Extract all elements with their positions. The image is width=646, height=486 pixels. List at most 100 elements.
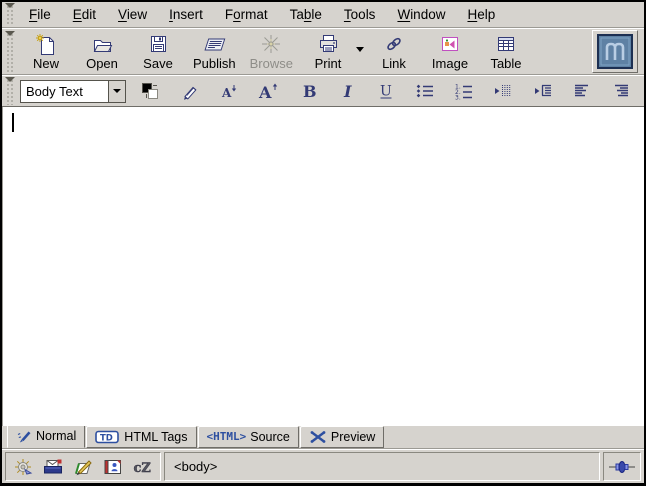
statusbar: cZ <body> [2, 449, 644, 483]
text-color-picker-button[interactable] [138, 79, 164, 103]
align-right-button[interactable] [608, 79, 634, 103]
image-button[interactable]: Image [422, 31, 478, 73]
preview-icon [309, 430, 327, 444]
menubar-grippy-icon[interactable] [5, 3, 15, 26]
text-caret [12, 113, 14, 132]
chatzilla-component[interactable]: cZ [132, 459, 154, 475]
bold-icon: B [299, 81, 317, 101]
menu-format[interactable]: Format [214, 4, 279, 25]
editor-canvas[interactable] [2, 107, 644, 426]
menu-insert[interactable]: Insert [158, 4, 214, 25]
paragraph-format-value: Body Text [21, 84, 108, 99]
toolbar-button-label: Browse [250, 56, 293, 71]
online-status-panel[interactable] [603, 452, 641, 481]
save-icon [146, 33, 170, 55]
navigator-component[interactable] [12, 458, 34, 476]
menu-tools[interactable]: Tools [333, 4, 387, 25]
tab-normal[interactable]: Normal [7, 424, 85, 448]
address-book-icon [102, 458, 124, 476]
menu-window[interactable]: Window [386, 4, 456, 25]
mail-component[interactable] [42, 458, 64, 476]
bullet-list-button[interactable] [412, 79, 438, 103]
bullet-list-icon [414, 82, 436, 100]
highlight-color-button[interactable] [177, 79, 203, 103]
font-larger-icon: A [257, 80, 279, 102]
increase-font-size-button[interactable]: A [255, 79, 281, 103]
address-book-component[interactable] [102, 458, 124, 476]
numbered-list-button[interactable]: 1.2.3. [451, 79, 477, 103]
component-bar: cZ [5, 452, 161, 481]
print-button[interactable]: Print [300, 31, 356, 73]
chevron-down-icon[interactable] [108, 81, 125, 102]
publish-icon [200, 33, 228, 55]
svg-text:TD: TD [100, 433, 113, 443]
html-tags-icon: TD [95, 430, 120, 444]
italic-icon: I [339, 81, 355, 101]
main-toolbar: NewOpen Save Publish Browse PrintLink Image Ta… [2, 28, 644, 75]
navigator-icon [12, 458, 34, 476]
toolbar-buttons: NewOpen Save Publish Browse PrintLink Image Ta… [18, 30, 534, 73]
browse-button: Browse [243, 31, 300, 73]
link-button[interactable]: Link [366, 31, 422, 73]
italic-button[interactable]: I [334, 79, 360, 103]
menu-view[interactable]: View [107, 4, 158, 25]
format-toolbar: Body Text A A B I U 1.2.3. [2, 75, 644, 107]
mozilla-throbber-icon [597, 34, 633, 69]
browse-icon [259, 33, 283, 55]
mozilla-throbber[interactable] [592, 30, 638, 73]
decrease-font-size-button[interactable]: A [216, 79, 242, 103]
indent-button[interactable] [530, 79, 556, 103]
svg-text:A: A [258, 83, 272, 102]
save-button[interactable]: Save [130, 31, 186, 73]
composer-icon [72, 458, 94, 476]
color-picker-icon [140, 81, 162, 102]
open-icon [90, 33, 114, 55]
menubar: FileEditViewInsertFormatTableToolsWindow… [2, 2, 644, 28]
print-dropdown-arrow-icon[interactable] [356, 47, 364, 52]
status-panel: <body> [164, 452, 600, 481]
format-buttons: A A B I U 1.2.3. [138, 79, 634, 103]
link-icon [382, 33, 406, 55]
toolbar-button-label: Table [490, 56, 521, 71]
html-source-icon: <HTML> [207, 430, 247, 443]
svg-text:B: B [303, 82, 317, 101]
new-button[interactable]: New [18, 31, 74, 73]
numbered-list-icon: 1.2.3. [453, 82, 475, 100]
chatzilla-icon: cZ [132, 459, 154, 475]
align-right-icon [611, 83, 631, 100]
indent-icon [532, 82, 554, 100]
publish-button[interactable]: Publish [186, 31, 243, 73]
font-smaller-icon: A [219, 81, 239, 101]
toolbar-button-label: Publish [193, 56, 236, 71]
highlight-pen-icon [180, 81, 200, 101]
menu-help[interactable]: Help [456, 4, 506, 25]
table-button[interactable]: Table [478, 31, 534, 73]
open-button[interactable]: Open [74, 31, 130, 73]
normal-mode-icon [16, 429, 32, 443]
toolbar-button-label: Save [143, 56, 173, 71]
svg-text:A: A [221, 86, 232, 100]
align-left-icon [572, 83, 592, 100]
menu-edit[interactable]: Edit [62, 4, 107, 25]
underline-button[interactable]: U [373, 79, 399, 103]
tab-label: Source [250, 430, 290, 444]
tab-label: Preview [331, 430, 375, 444]
paragraph-format-select[interactable]: Body Text [20, 80, 126, 103]
online-plug-icon [608, 460, 636, 474]
composer-component[interactable] [72, 458, 94, 476]
menu-table[interactable]: Table [279, 4, 333, 25]
tab-html-tags[interactable]: TDHTML Tags [86, 426, 196, 448]
svg-text:cZ: cZ [134, 461, 152, 475]
outdent-button[interactable] [490, 79, 516, 103]
toolbar-button-label: Image [432, 56, 468, 71]
underline-icon: U [377, 81, 395, 101]
new-icon [34, 33, 58, 55]
toolbar-grippy-icon[interactable] [5, 31, 15, 72]
tab-preview[interactable]: Preview [300, 426, 384, 448]
menu-file[interactable]: File [18, 4, 62, 25]
tab-source[interactable]: <HTML>Source [198, 426, 299, 448]
mail-icon [42, 458, 64, 476]
bold-button[interactable]: B [295, 79, 321, 103]
align-left-button[interactable] [569, 79, 595, 103]
formatbar-grippy-icon[interactable] [5, 77, 15, 105]
